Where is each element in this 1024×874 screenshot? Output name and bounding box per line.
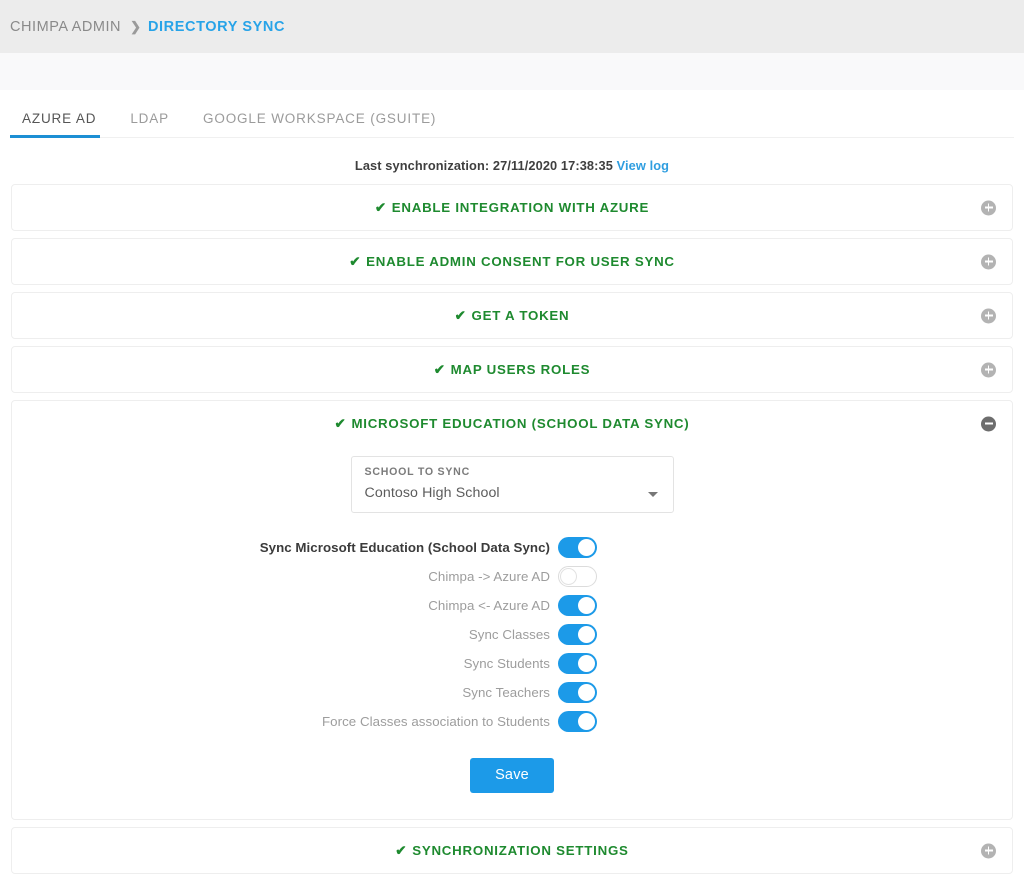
toggle-chimpa-to-azure-ad[interactable] xyxy=(558,566,597,587)
section-header[interactable]: ✔ GET A TOKEN xyxy=(12,293,1012,338)
sync-options-list: Sync Microsoft Education (School Data Sy… xyxy=(12,533,1012,736)
last-sync-text: Last synchronization: 27/11/2020 17:38:3… xyxy=(354,158,613,173)
switch-label: Chimpa <- Azure AD xyxy=(428,598,550,613)
tab-ldap[interactable]: LDAP xyxy=(118,90,191,138)
switch-label: Force Classes association to Students xyxy=(321,714,550,729)
plus-circle-icon[interactable] xyxy=(981,200,996,215)
plus-circle-icon[interactable] xyxy=(981,362,996,377)
tab-active-indicator xyxy=(10,135,100,138)
main-content: Last synchronization: 27/11/2020 17:38:3… xyxy=(0,138,1024,874)
tab-underline-track xyxy=(10,137,1014,138)
chevron-down-icon[interactable] xyxy=(647,492,658,497)
breadcrumb-separator-icon: ❯ xyxy=(130,18,141,34)
section-title-text: ENABLE ADMIN CONSENT FOR USER SYNC xyxy=(366,253,675,269)
section-header[interactable]: ✔ ENABLE ADMIN CONSENT FOR USER SYNC xyxy=(12,239,1012,284)
plus-circle-icon[interactable] xyxy=(981,308,996,323)
switch-label: Sync Classes xyxy=(468,627,550,642)
switch-label: Sync Microsoft Education (School Data Sy… xyxy=(259,540,550,555)
switch-row-sync-classes: Sync Classes xyxy=(12,620,1012,649)
section-get-a-token[interactable]: ✔ GET A TOKEN xyxy=(11,292,1013,339)
breadcrumb-root[interactable]: CHIMPA ADMIN xyxy=(10,19,121,35)
check-icon: ✔ xyxy=(454,307,467,323)
plus-circle-icon[interactable] xyxy=(981,843,996,858)
switch-row-chimpa-from-azure-ad: Chimpa <- Azure AD xyxy=(12,591,1012,620)
switch-row-chimpa-to-azure-ad: Chimpa -> Azure AD xyxy=(12,562,1012,591)
toggle-force-classes-association[interactable] xyxy=(558,711,597,732)
section-title-text: ENABLE INTEGRATION WITH AZURE xyxy=(391,199,650,215)
toggle-sync-teachers[interactable] xyxy=(558,682,597,703)
section-title-text: SYNCHRONIZATION SETTINGS xyxy=(412,842,629,858)
section-title-text: MAP USERS ROLES xyxy=(450,361,591,377)
section-header[interactable]: ✔ MICROSOFT EDUCATION (SCHOOL DATA SYNC) xyxy=(12,401,1012,446)
plus-circle-icon[interactable] xyxy=(981,254,996,269)
section-microsoft-education-school-data-sync[interactable]: ✔ MICROSOFT EDUCATION (SCHOOL DATA SYNC) … xyxy=(11,400,1013,820)
subheader-band xyxy=(0,53,1024,90)
section-map-users-roles[interactable]: ✔ MAP USERS ROLES xyxy=(11,346,1013,393)
section-header[interactable]: ✔ SYNCHRONIZATION SETTINGS xyxy=(12,828,1012,873)
check-icon: ✔ xyxy=(349,253,362,269)
school-to-sync-label: SCHOOL TO SYNC xyxy=(364,466,470,478)
section-synchronization-settings[interactable]: ✔ SYNCHRONIZATION SETTINGS xyxy=(11,827,1013,874)
switch-row-force-classes-association: Force Classes association to Students xyxy=(12,707,1012,736)
minus-circle-icon[interactable] xyxy=(981,416,996,431)
school-to-sync-value: Contoso High School xyxy=(364,485,500,501)
school-to-sync-select[interactable]: SCHOOL TO SYNC Contoso High School xyxy=(350,456,674,513)
save-button[interactable]: Save xyxy=(470,758,554,793)
section-header[interactable]: ✔ ENABLE INTEGRATION WITH AZURE xyxy=(12,185,1012,230)
section-title-text: MICROSOFT EDUCATION (SCHOOL DATA SYNC) xyxy=(351,415,690,431)
tab-google-workspace[interactable]: GOOGLE WORKSPACE (GSUITE) xyxy=(191,90,458,138)
section-title: ✔ GET A TOKEN xyxy=(455,308,570,324)
switch-label: Sync Students xyxy=(463,656,550,671)
section-title-text: GET A TOKEN xyxy=(471,307,570,323)
toggle-sync-classes[interactable] xyxy=(558,624,597,645)
breadcrumb-bar: CHIMPA ADMIN ❯ DIRECTORY SYNC xyxy=(0,0,1024,53)
check-icon: ✔ xyxy=(395,842,408,858)
tab-bar: AZURE AD LDAP GOOGLE WORKSPACE (GSUITE) xyxy=(0,90,1024,138)
section-enable-admin-consent-for-user-sync[interactable]: ✔ ENABLE ADMIN CONSENT FOR USER SYNC xyxy=(11,238,1013,285)
section-header[interactable]: ✔ MAP USERS ROLES xyxy=(12,347,1012,392)
switch-label: Sync Teachers xyxy=(462,685,550,700)
check-icon: ✔ xyxy=(374,199,387,215)
view-log-link[interactable]: View log xyxy=(617,158,669,173)
section-title: ✔ ENABLE INTEGRATION WITH AZURE xyxy=(375,200,649,216)
toggle-sync-students[interactable] xyxy=(558,653,597,674)
switch-row-sync-students: Sync Students xyxy=(12,649,1012,678)
breadcrumb-current[interactable]: DIRECTORY SYNC xyxy=(148,19,285,35)
toggle-sync-microsoft-education[interactable] xyxy=(558,537,597,558)
switch-row-sync-microsoft-education: Sync Microsoft Education (School Data Sy… xyxy=(12,533,1012,562)
switch-label: Chimpa -> Azure AD xyxy=(428,569,550,584)
switch-row-sync-teachers: Sync Teachers xyxy=(12,678,1012,707)
check-icon: ✔ xyxy=(334,415,347,431)
tab-azure-ad[interactable]: AZURE AD xyxy=(10,90,118,138)
last-synchronization-status: Last synchronization: 27/11/2020 17:38:3… xyxy=(11,138,1013,184)
section-title: ✔ ENABLE ADMIN CONSENT FOR USER SYNC xyxy=(349,254,675,270)
section-title: ✔ MICROSOFT EDUCATION (SCHOOL DATA SYNC) xyxy=(335,416,690,432)
check-icon: ✔ xyxy=(433,361,446,377)
save-button-container: Save xyxy=(12,758,1012,793)
section-body: SCHOOL TO SYNC Contoso High School Sync … xyxy=(12,446,1012,819)
section-enable-integration-with-azure[interactable]: ✔ ENABLE INTEGRATION WITH AZURE xyxy=(11,184,1013,231)
toggle-chimpa-from-azure-ad[interactable] xyxy=(558,595,597,616)
section-title: ✔ SYNCHRONIZATION SETTINGS xyxy=(395,843,628,859)
section-title: ✔ MAP USERS ROLES xyxy=(434,362,590,378)
